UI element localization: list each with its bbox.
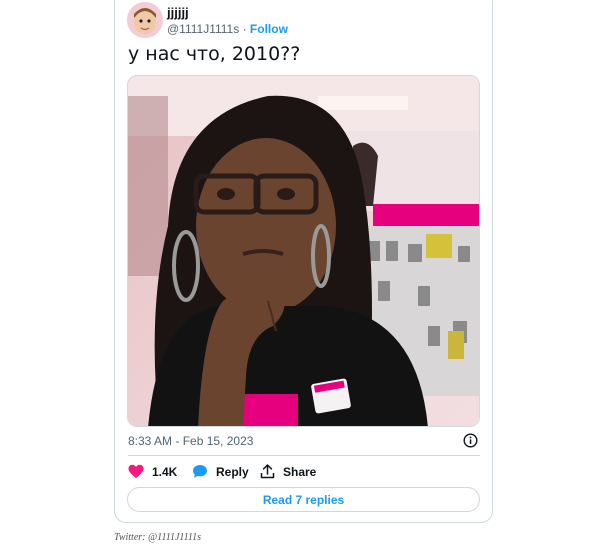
divider (128, 455, 480, 456)
source-caption: Twitter: @1111J1111s (114, 532, 202, 543)
read-replies-button[interactable]: Read 7 replies (127, 487, 480, 512)
handle-separator: · (242, 22, 247, 36)
follow-button[interactable]: Follow (250, 22, 288, 36)
avatar[interactable] (127, 2, 163, 38)
like-button[interactable]: 1.4K (128, 464, 177, 479)
share-label: Share (283, 464, 317, 479)
reply-button[interactable]: Reply (192, 464, 249, 479)
heart-icon (128, 464, 144, 478)
display-name[interactable]: jjjjjj (167, 5, 189, 20)
handle-row: @1111J1111s · Follow (167, 22, 288, 36)
like-count: 1.4K (152, 464, 178, 479)
tweet-timestamp[interactable]: 8:33 AM - Feb 15, 2023 (128, 434, 253, 448)
handle[interactable]: @1111J1111s (167, 22, 239, 36)
reply-label: Reply (216, 464, 249, 479)
info-icon[interactable] (463, 433, 478, 448)
tweet-media-image[interactable] (127, 75, 480, 427)
share-upload-icon (260, 464, 275, 479)
tweet-text: у нас что, 2010?? (128, 43, 301, 65)
share-button[interactable]: Share (260, 464, 316, 479)
speech-bubble-icon (193, 465, 207, 478)
